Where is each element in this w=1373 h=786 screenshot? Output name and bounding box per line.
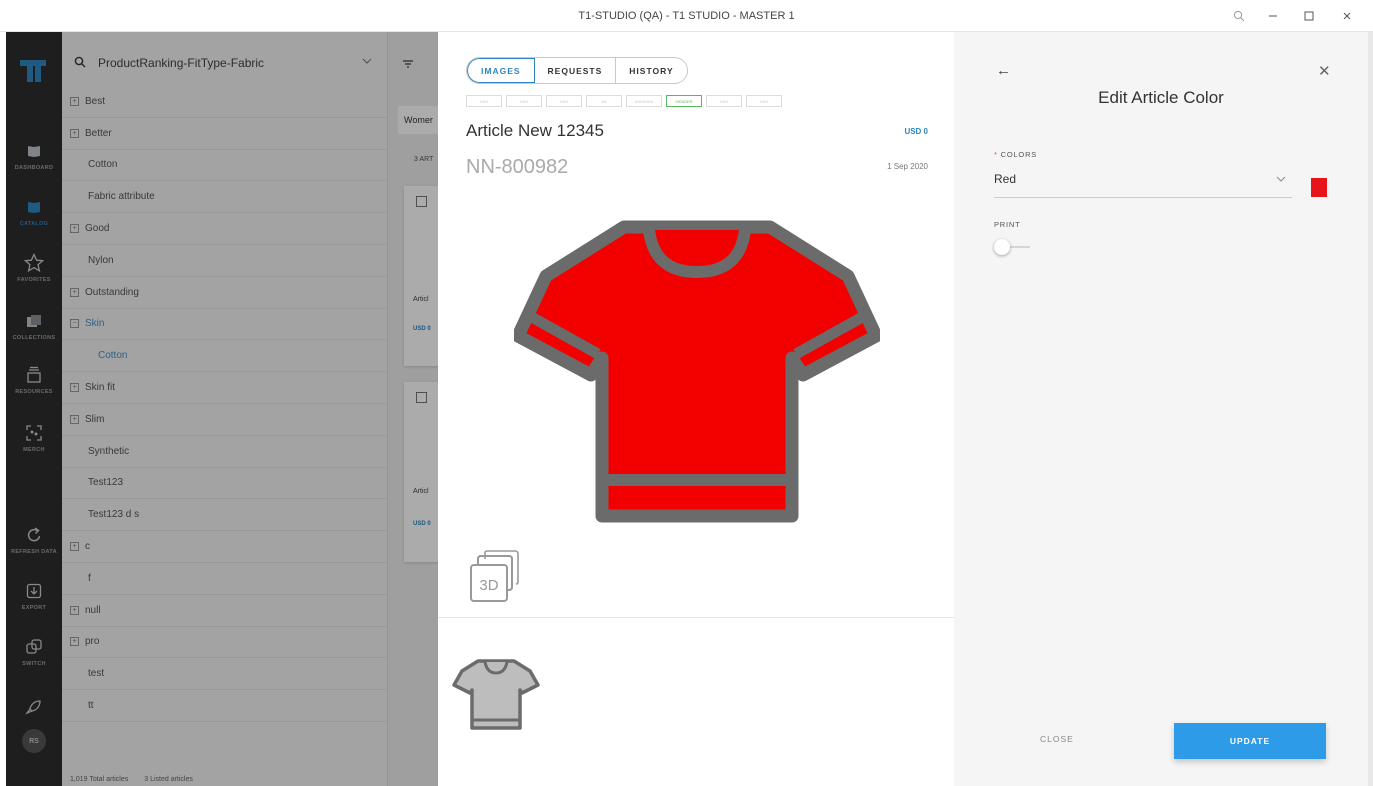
attribute-chip: XXX — [546, 95, 582, 107]
3d-badge-label: 3D — [479, 577, 498, 594]
toggle-knob — [994, 239, 1010, 255]
attribute-chip-gender: GENDER — [666, 95, 702, 107]
tab-images[interactable]: IMAGES — [467, 58, 535, 83]
edit-article-color-panel: ← ✕ Edit Article Color * COLORS Red PRIN… — [954, 32, 1368, 786]
3d-view-icon[interactable]: 3D — [468, 550, 520, 604]
colors-label: * COLORS — [994, 150, 1037, 159]
required-mark: * — [994, 150, 998, 159]
app-window: T1-STUDIO (QA) - T1 STUDIO - MASTER 1 DA… — [0, 0, 1373, 786]
back-arrow-icon[interactable]: ← — [996, 62, 1011, 79]
attribute-chip: XXX — [706, 95, 742, 107]
print-toggle[interactable] — [994, 239, 1030, 255]
maximize-icon[interactable] — [1298, 6, 1320, 26]
article-tabs: IMAGES REQUESTS HISTORY — [466, 57, 688, 84]
colors-label-text: COLORS — [1000, 150, 1038, 159]
attribute-chips: XXX XXX XXX XX XXXXXXX GENDER XXX XXX — [466, 95, 782, 107]
article-price: USD 0 — [904, 127, 928, 136]
tab-requests[interactable]: REQUESTS — [535, 58, 617, 83]
article-title: Article New 12345 — [466, 121, 604, 140]
close-icon[interactable]: ✕ — [1318, 62, 1331, 80]
title-bar: T1-STUDIO (QA) - T1 STUDIO - MASTER 1 — [0, 0, 1373, 32]
print-label: PRINT — [994, 220, 1021, 229]
article-details-panel: IMAGES REQUESTS HISTORY XXX XXX XXX XX X… — [438, 32, 954, 786]
close-button[interactable]: CLOSE — [1040, 734, 1074, 744]
attribute-chip: XX — [586, 95, 622, 107]
modal-backdrop[interactable] — [6, 32, 438, 786]
attribute-chip: XXX — [746, 95, 782, 107]
colors-select[interactable]: Red — [994, 172, 1292, 198]
window-close-icon[interactable] — [1336, 6, 1358, 26]
right-edge — [1368, 32, 1373, 786]
article-date: 1 Sep 2020 — [887, 162, 928, 171]
attribute-chip: XXX — [506, 95, 542, 107]
tab-history[interactable]: HISTORY — [616, 58, 686, 83]
attribute-chip: XXXXXXX — [626, 95, 662, 107]
tshirt-image[interactable] — [514, 218, 880, 524]
tshirt-thumbnail[interactable] — [452, 657, 540, 732]
chevron-down-icon — [1276, 174, 1286, 185]
panel-title: Edit Article Color — [1098, 88, 1224, 107]
article-code: NN-800982 — [466, 156, 569, 178]
color-swatch — [1311, 178, 1327, 197]
update-button[interactable]: UPDATE — [1174, 723, 1326, 759]
zoom-icon[interactable] — [1228, 6, 1250, 26]
window-title: T1-STUDIO (QA) - T1 STUDIO - MASTER 1 — [578, 10, 795, 22]
colors-select-value: Red — [994, 172, 1017, 186]
minimize-icon[interactable] — [1262, 6, 1284, 26]
panel-divider — [438, 617, 954, 618]
attribute-chip: XXX — [466, 95, 502, 107]
